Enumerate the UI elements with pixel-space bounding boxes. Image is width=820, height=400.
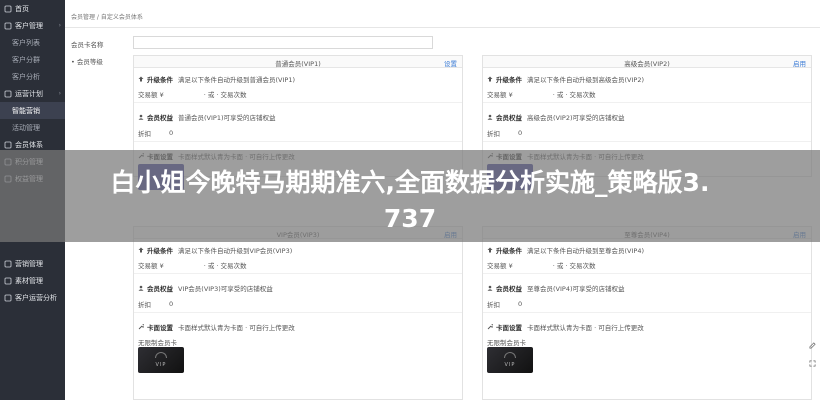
overlay-banner: 白小姐今晚特马期期准六,全面数据分析实施_策略版3. 737 xyxy=(0,150,820,242)
card-style-setting: 卡面设置卡面样式默认青为卡面 · 可自行上传更改 xyxy=(487,322,644,332)
discount-row: 折扣 0 xyxy=(138,129,174,138)
card-name-input[interactable] xyxy=(133,36,433,49)
member-rights: 会员权益 高级会员(VIP2)可享受的店铺权益 xyxy=(487,112,625,122)
chevron-right-icon: › xyxy=(58,90,61,97)
market-icon xyxy=(4,260,12,268)
sidebar-item-label: 客户分群 xyxy=(12,55,40,64)
vip-card-text: VIP xyxy=(155,362,167,368)
users-icon xyxy=(4,22,12,30)
upgrade-amount-row: 交易额 ¥ · 或 · 交易次数 xyxy=(138,262,247,270)
sidebar-item-label: 客户列表 xyxy=(12,38,40,47)
upgrade-amount-row: 交易额 ¥ · 或 · 交易次数 xyxy=(138,91,247,99)
sidebar-item-0[interactable]: 首页 xyxy=(0,0,65,17)
member-level-label: • 会员等级 xyxy=(71,58,103,66)
arrow-up-icon xyxy=(138,247,144,253)
card-title: 普通会员(VIP1) xyxy=(275,60,321,68)
sidebar-item-label: 首页 xyxy=(15,4,29,13)
card-level-label: 无限制会员卡 xyxy=(487,339,526,347)
home-icon xyxy=(4,5,12,13)
card-action-button[interactable]: 启用 xyxy=(793,58,806,68)
sidebar-item-3[interactable]: 客户分群 xyxy=(0,51,65,68)
card-header: 普通会员(VIP1) 设置 xyxy=(134,56,462,68)
arrow-up-icon xyxy=(138,76,144,82)
sidebar-item-label: 运营计划 xyxy=(15,89,43,98)
member-rights: 会员权益 普通会员(VIP1)可享受的店铺权益 xyxy=(138,112,276,122)
member-rights: 会员权益 VIP会员(VIP3)可享受的店铺权益 xyxy=(138,283,273,293)
divider xyxy=(483,312,811,313)
sidebar-item-5[interactable]: 运营计划 › xyxy=(0,85,65,102)
sidebar-item-label: 会员体系 xyxy=(15,140,43,149)
sidebar-item-15[interactable]: 营销管理 xyxy=(0,255,65,272)
upgrade-amount-row: 交易额 ¥ · 或 · 交易次数 xyxy=(487,91,596,99)
sidebar-item-16[interactable]: 素材管理 xyxy=(0,272,65,289)
discount-row: 折扣 0 xyxy=(487,300,523,309)
analysis-icon xyxy=(4,294,12,302)
divider xyxy=(134,141,462,142)
arrow-up-icon xyxy=(487,247,493,253)
member-level-card: 至尊会员(VIP4)启用升级条件满足以下条件自动升级到至尊会员(VIP4)交易额… xyxy=(482,226,812,400)
sidebar-item-17[interactable]: 客户运营分析 xyxy=(0,289,65,306)
vip-card-preview[interactable]: VIP xyxy=(487,347,533,373)
card-style-setting: 卡面设置卡面样式默认青为卡面 · 可自行上传更改 xyxy=(138,322,295,332)
media-icon xyxy=(4,277,12,285)
card-level-label: 无限制会员卡 xyxy=(138,339,177,347)
member-icon xyxy=(4,141,12,149)
sidebar-item-1[interactable]: 客户管理 › xyxy=(0,17,65,34)
divider xyxy=(134,273,462,274)
upgrade-condition: 升级条件 满足以下条件自动升级到VIP会员(VIP3) xyxy=(138,245,292,255)
sidebar-item-label: 素材管理 xyxy=(15,276,43,285)
user-icon xyxy=(138,114,144,120)
banner-line-2: 737 xyxy=(383,204,437,233)
sidebar-item-2[interactable]: 客户列表 xyxy=(0,34,65,51)
member-rights: 会员权益 至尊会员(VIP4)可享受的店铺权益 xyxy=(487,283,625,293)
edit-icon[interactable] xyxy=(809,342,816,349)
card-title: 高级会员(VIP2) xyxy=(624,60,670,68)
sidebar-item-7[interactable]: 活动管理 xyxy=(0,119,65,136)
user-icon xyxy=(487,114,493,120)
sidebar-item-label: 智能营销 xyxy=(12,106,40,115)
sidebar-item-label: 客户运营分析 xyxy=(15,293,57,302)
expand-icon[interactable] xyxy=(809,360,816,367)
card-action-button[interactable]: 设置 xyxy=(444,58,457,68)
chevron-right-icon: › xyxy=(58,22,61,29)
sidebar-item-6[interactable]: 智能营销 xyxy=(0,102,65,119)
user-icon xyxy=(487,285,493,291)
arrow-up-icon xyxy=(487,76,493,82)
wrench-icon xyxy=(138,324,144,330)
member-level-card: VIP会员(VIP3)启用升级条件满足以下条件自动升级到VIP会员(VIP3)交… xyxy=(133,226,463,400)
sidebar-item-label: 活动管理 xyxy=(12,123,40,132)
card-header: 高级会员(VIP2) 启用 xyxy=(483,56,811,68)
discount-row: 折扣 0 xyxy=(138,300,174,309)
vip-card-text: VIP xyxy=(504,362,516,368)
divider xyxy=(65,27,820,28)
plan-icon xyxy=(4,90,12,98)
sidebar-item-label: 客户分析 xyxy=(12,72,40,81)
sidebar-item-label: 营销管理 xyxy=(15,259,43,268)
discount-row: 折扣 0 xyxy=(487,129,523,138)
wrench-icon xyxy=(487,324,493,330)
sidebar-item-4[interactable]: 客户分析 xyxy=(0,68,65,85)
upgrade-condition: 升级条件 满足以下条件自动升级到至尊会员(VIP4) xyxy=(487,245,644,255)
upgrade-amount-row: 交易额 ¥ · 或 · 交易次数 xyxy=(487,262,596,270)
user-icon xyxy=(138,285,144,291)
vip-card-preview[interactable]: VIP xyxy=(138,347,184,373)
divider xyxy=(134,312,462,313)
divider xyxy=(134,102,462,103)
sidebar-item-label: 客户管理 xyxy=(15,21,43,30)
upgrade-condition: 升级条件 满足以下条件自动升级到普通会员(VIP1) xyxy=(138,74,295,84)
divider xyxy=(483,141,811,142)
divider xyxy=(483,273,811,274)
banner-line-1: 白小姐今晚特马期期准六,全面数据分析实施_策略版3. xyxy=(110,168,710,197)
divider xyxy=(483,102,811,103)
upgrade-condition: 升级条件 满足以下条件自动升级到高级会员(VIP2) xyxy=(487,74,644,84)
card-name-label: 会员卡名称 xyxy=(71,41,104,49)
breadcrumb[interactable]: 会员管理 / 自定义会员体系 xyxy=(71,12,143,21)
